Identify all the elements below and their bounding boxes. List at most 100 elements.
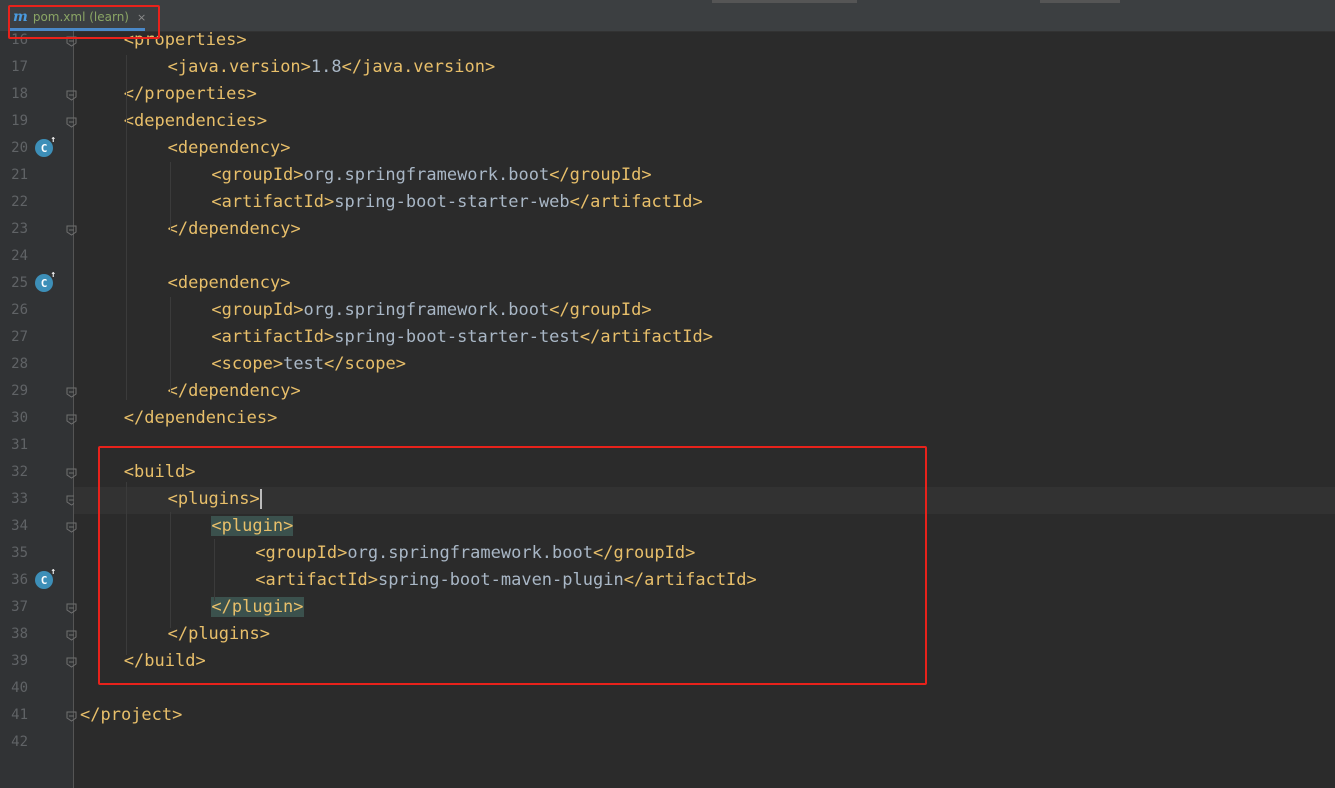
xml-tag: <java.version> <box>168 57 311 77</box>
maven-run-icon[interactable]: C ↑ <box>35 567 56 589</box>
tag-bracket: </ <box>80 705 101 725</box>
tag-bracket: < <box>167 138 178 158</box>
fold-marker-icon[interactable] <box>66 522 77 533</box>
tag-name: dependency <box>177 138 281 158</box>
tag-bracket: </ <box>549 165 570 185</box>
code-line: <groupId>org.springframework.boot</group… <box>211 297 651 324</box>
tag-name: groupId <box>221 165 294 185</box>
xml-tag: <plugins> <box>168 489 260 509</box>
tag-name: groupId <box>569 300 642 320</box>
tag-name: artifactId <box>221 192 324 212</box>
code-line: <dependency> <box>168 135 291 162</box>
line-number: 19 <box>11 113 28 129</box>
tag-bracket: < <box>123 30 135 50</box>
fold-marker-icon[interactable] <box>66 603 77 614</box>
tab-strip-marker <box>1040 0 1120 3</box>
tag-bracket: < <box>211 300 222 320</box>
code-line: <artifactId>spring-boot-maven-plugin</ar… <box>255 567 757 594</box>
code-line: </dependencies> <box>124 405 278 432</box>
xml-tag: <properties> <box>124 30 247 50</box>
code-line: </build> <box>124 648 206 675</box>
tag-bracket: > <box>685 543 696 563</box>
fold-marker-icon[interactable] <box>66 711 77 722</box>
tag-bracket: > <box>324 192 335 212</box>
tag-bracket: > <box>280 273 291 293</box>
tag-name: scope <box>344 354 396 374</box>
tab-strip-marker <box>712 0 857 3</box>
tag-name: properties <box>134 30 237 50</box>
indent-guide <box>214 539 215 601</box>
tag-value: test <box>283 354 325 374</box>
tag-bracket: > <box>267 408 278 428</box>
tag-name: artifactId <box>590 192 693 212</box>
maven-run-icon[interactable]: C ↑ <box>35 270 56 292</box>
code-line: <groupId>org.springframework.boot</group… <box>211 162 651 189</box>
line-number: 40 <box>11 680 28 696</box>
code-line: <artifactId>spring-boot-starter-test</ar… <box>211 324 713 351</box>
fold-marker-icon[interactable] <box>66 387 77 398</box>
code-line: <java.version>1.8</java.version> <box>168 54 496 81</box>
xml-tag: <build> <box>124 462 196 482</box>
xml-closing-tag: </groupId> <box>549 300 651 320</box>
xml-tag: </plugin> <box>211 597 304 617</box>
line-number: 24 <box>11 248 28 264</box>
fold-marker-icon[interactable] <box>66 468 77 479</box>
tag-bracket: > <box>484 57 496 77</box>
xml-tag: <dependency> <box>168 138 291 158</box>
tag-bracket: < <box>211 192 222 212</box>
xml-tag: </dependency> <box>168 381 301 401</box>
tag-bracket: < <box>211 516 222 536</box>
xml-tag: </dependencies> <box>124 408 278 428</box>
xml-tag: <scope> <box>211 354 283 374</box>
fold-marker-icon[interactable] <box>66 36 77 47</box>
tag-bracket: > <box>290 219 301 239</box>
xml-tag: </dependency> <box>168 219 301 239</box>
tag-bracket: > <box>236 30 247 50</box>
tag-bracket: > <box>702 327 713 347</box>
code-line: <dependencies> <box>124 108 267 135</box>
tag-bracket: > <box>185 462 196 482</box>
indent-guide <box>126 55 127 400</box>
tag-bracket: < <box>255 543 266 563</box>
tag-bracket: > <box>259 624 270 644</box>
tag-bracket: < <box>255 570 266 590</box>
xml-tag: </properties> <box>124 84 257 104</box>
xml-tag: <plugin> <box>211 516 294 536</box>
fold-marker-icon[interactable] <box>66 630 77 641</box>
fold-marker-icon[interactable] <box>66 414 77 425</box>
tag-bracket: </ <box>324 354 345 374</box>
tag-bracket: </ <box>579 327 601 347</box>
tag-name: groupId <box>613 543 686 563</box>
fold-marker-icon[interactable] <box>66 657 77 668</box>
tag-name: plugins <box>188 624 260 644</box>
close-icon[interactable]: × <box>137 11 146 24</box>
maven-run-icon[interactable]: C ↑ <box>35 135 56 157</box>
xml-tag: <groupId> <box>255 543 347 563</box>
line-number: 16 <box>11 32 28 48</box>
xml-tag: <dependencies> <box>124 111 267 131</box>
tag-bracket: < <box>211 354 222 374</box>
tag-bracket: > <box>641 165 652 185</box>
tag-name: groupId <box>569 165 642 185</box>
tag-name: artifactId <box>600 327 703 347</box>
tag-bracket: > <box>395 354 406 374</box>
xml-tag: <artifactId> <box>255 570 378 590</box>
xml-tag: <artifactId> <box>211 327 334 347</box>
tag-name: artifactId <box>221 327 324 347</box>
tag-bracket: > <box>290 381 301 401</box>
code-line: <dependency> <box>168 270 291 297</box>
fold-marker-icon[interactable] <box>66 90 77 101</box>
tag-bracket: < <box>211 327 222 347</box>
tab-pom-xml[interactable]: m pom.xml (learn) × <box>9 6 150 28</box>
xml-tag: </plugins> <box>168 624 270 644</box>
tag-bracket: </ <box>569 192 591 212</box>
line-number: 34 <box>11 518 28 534</box>
fold-marker-icon[interactable] <box>66 117 77 128</box>
line-number: 18 <box>11 86 28 102</box>
fold-marker-icon[interactable] <box>66 225 77 236</box>
xml-closing-tag: </artifactId> <box>570 192 703 212</box>
tag-name: dependencies <box>134 111 257 131</box>
line-number: 38 <box>11 626 28 642</box>
tag-name: dependencies <box>144 408 268 428</box>
tag-name: dependency <box>188 381 291 401</box>
